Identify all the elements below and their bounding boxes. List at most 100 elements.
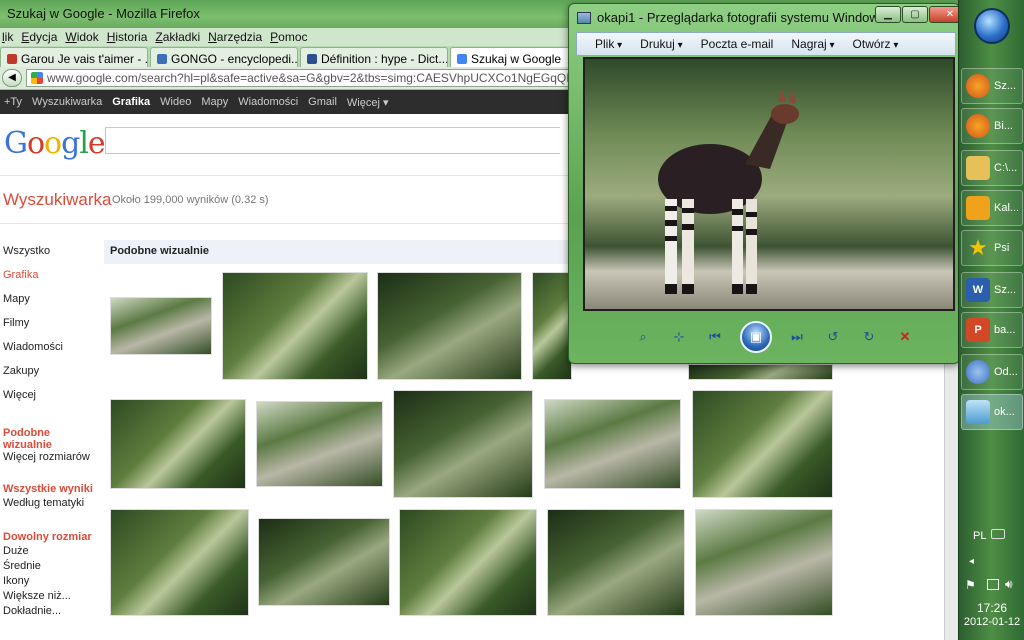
menu-open[interactable]: Otwórz: [853, 37, 899, 51]
gbar-search[interactable]: Wyszukiwarka: [32, 96, 102, 108]
image-result[interactable]: [222, 272, 368, 380]
menu-file[interactable]: lik: [2, 30, 13, 44]
google-logo[interactable]: Google: [4, 126, 106, 161]
taskbar-label: ba...: [994, 324, 1016, 336]
system-tray: PL ◂ ⚑ 🔊︎ 17:26 2012-01-12: [959, 518, 1024, 640]
gbar-gmail[interactable]: Gmail: [308, 96, 337, 108]
next-icon[interactable]: ⏭: [786, 328, 808, 346]
taskbar-item-explorer[interactable]: C:\...: [961, 150, 1023, 186]
tab-garou[interactable]: Garou Je vais t'aimer - ...: [0, 47, 148, 67]
filter-more-sizes[interactable]: Więcej rozmiarów: [3, 451, 98, 477]
photo-viewer-controls: ⌕ ⊹ ⏮ ▣ ⏭ ↺ ↻ ✕: [624, 320, 924, 354]
taskbar-item-word[interactable]: W Sz...: [961, 272, 1023, 308]
taskbar-item-firefox-2[interactable]: Bi...: [961, 108, 1023, 144]
taskbar-item-firefox-1[interactable]: Sz...: [961, 68, 1023, 104]
word-icon: W: [966, 278, 990, 302]
tab-gongo[interactable]: GONGO - encyclopedi...: [150, 47, 298, 67]
slideshow-button[interactable]: ▣: [740, 321, 772, 353]
menu-burn[interactable]: Nagraj: [791, 37, 834, 51]
filter-all-results-title[interactable]: Wszystkie wyniki: [3, 483, 98, 495]
taskbar-item-psi[interactable]: ★ Psi: [961, 230, 1023, 266]
previous-icon[interactable]: ⏮: [704, 328, 726, 346]
nav-maps[interactable]: Mapy: [3, 293, 98, 317]
menu-email[interactable]: Poczta e-mail: [701, 37, 774, 51]
taskbar-label: Bi...: [994, 120, 1013, 132]
image-result[interactable]: [544, 399, 681, 489]
powerpoint-icon: P: [966, 318, 990, 342]
image-result[interactable]: [692, 390, 833, 498]
filter-size-title[interactable]: Dowolny rozmiar: [3, 531, 98, 543]
filter-size-exact[interactable]: Dokładnie...: [3, 605, 98, 620]
start-button[interactable]: [974, 8, 1010, 44]
image-result[interactable]: [110, 297, 212, 355]
photo-viewer-title-bar: okapi1 - Przeglądarka fotografii systemu…: [577, 10, 885, 25]
image-result[interactable]: [393, 390, 533, 498]
tab-favicon-icon: [457, 54, 467, 64]
gbar-news[interactable]: Wiadomości: [238, 96, 298, 108]
filter-similar-title[interactable]: Podobne wizualnie: [3, 427, 63, 451]
taskbar-item-powerpoint[interactable]: Pba...: [961, 312, 1023, 348]
back-button[interactable]: ◀: [2, 69, 22, 87]
menu-file[interactable]: Plik: [595, 37, 622, 51]
nav-videos[interactable]: Filmy: [3, 317, 98, 341]
minimize-button[interactable]: ▁: [875, 6, 901, 23]
zoom-icon[interactable]: ⌕: [632, 328, 654, 346]
nav-more[interactable]: Więcej: [3, 389, 98, 413]
nav-all[interactable]: Wszystko: [3, 245, 98, 269]
filter-by-topic[interactable]: Według tematyki: [3, 497, 98, 523]
nav-shopping[interactable]: Zakupy: [3, 365, 98, 389]
taskbar-label: ok...: [994, 406, 1015, 418]
menu-tools[interactable]: Narzędzia: [208, 30, 262, 44]
image-result[interactable]: [377, 272, 522, 380]
volume-icon[interactable]: 🔊︎: [1005, 577, 1013, 592]
gbar-maps[interactable]: Mapy: [201, 96, 228, 108]
filter-size-icons[interactable]: Ikony: [3, 575, 98, 590]
folder-icon: [966, 156, 990, 180]
tab-favicon-icon: [307, 54, 317, 64]
photo-viewer-window: okapi1 - Przeglądarka fotografii systemu…: [568, 3, 971, 364]
keyboard-icon[interactable]: [991, 529, 1005, 539]
gbar-plus[interactable]: +Ty: [4, 96, 22, 108]
image-result[interactable]: [688, 364, 833, 380]
search-input[interactable]: [105, 127, 560, 154]
gbar-more[interactable]: Więcej ▾: [347, 96, 389, 109]
delete-icon[interactable]: ✕: [894, 328, 916, 346]
taskbar-item-thunderbird[interactable]: Od...: [961, 354, 1023, 390]
menu-view[interactable]: Widok: [65, 30, 98, 44]
gbar-video[interactable]: Wideo: [160, 96, 191, 108]
image-result[interactable]: [258, 518, 390, 606]
taskbar-item-calendar[interactable]: Kal...: [961, 190, 1023, 226]
rotate-right-icon[interactable]: ↻: [858, 328, 880, 346]
filter-size-larger-than[interactable]: Większe niż...: [3, 590, 98, 605]
maximize-button[interactable]: ▢: [902, 6, 928, 23]
menu-edit[interactable]: Edycja: [21, 30, 57, 44]
menu-history[interactable]: Historia: [107, 30, 148, 44]
show-hidden-icons-icon[interactable]: ◂: [969, 556, 974, 567]
image-result[interactable]: [110, 399, 246, 489]
menu-print[interactable]: Drukuj: [640, 37, 683, 51]
menu-help[interactable]: Pomoc: [270, 30, 307, 44]
image-result[interactable]: [256, 401, 383, 487]
menu-bookmarks[interactable]: Zakładki: [155, 30, 200, 44]
filter-size-medium[interactable]: Średnie: [3, 560, 98, 575]
similar-images-header: Podobne wizualnie: [104, 240, 570, 264]
clock-date[interactable]: 2012-01-12: [959, 616, 1024, 628]
tab-definition[interactable]: Définition : hype - Dict...: [300, 47, 448, 67]
actual-size-icon[interactable]: ⊹: [668, 328, 690, 346]
nav-news[interactable]: Wiadomości: [3, 341, 98, 365]
image-result[interactable]: [695, 509, 833, 616]
image-result[interactable]: [399, 509, 537, 616]
rotate-left-icon[interactable]: ↺: [822, 328, 844, 346]
taskbar-item-photo-viewer[interactable]: ok...: [961, 394, 1023, 430]
image-result[interactable]: [547, 509, 685, 616]
filter-size-large[interactable]: Duże: [3, 545, 98, 560]
clock-time[interactable]: 17:26: [959, 601, 1024, 615]
thunderbird-icon: [966, 360, 990, 384]
image-result[interactable]: [110, 509, 249, 616]
gbar-images[interactable]: Grafika: [112, 96, 150, 108]
language-indicator[interactable]: PL: [973, 530, 986, 542]
network-icon[interactable]: [987, 579, 999, 590]
action-center-flag-icon[interactable]: ⚑: [965, 578, 976, 592]
nav-images[interactable]: Grafika: [3, 269, 98, 293]
image-result[interactable]: [532, 272, 572, 380]
